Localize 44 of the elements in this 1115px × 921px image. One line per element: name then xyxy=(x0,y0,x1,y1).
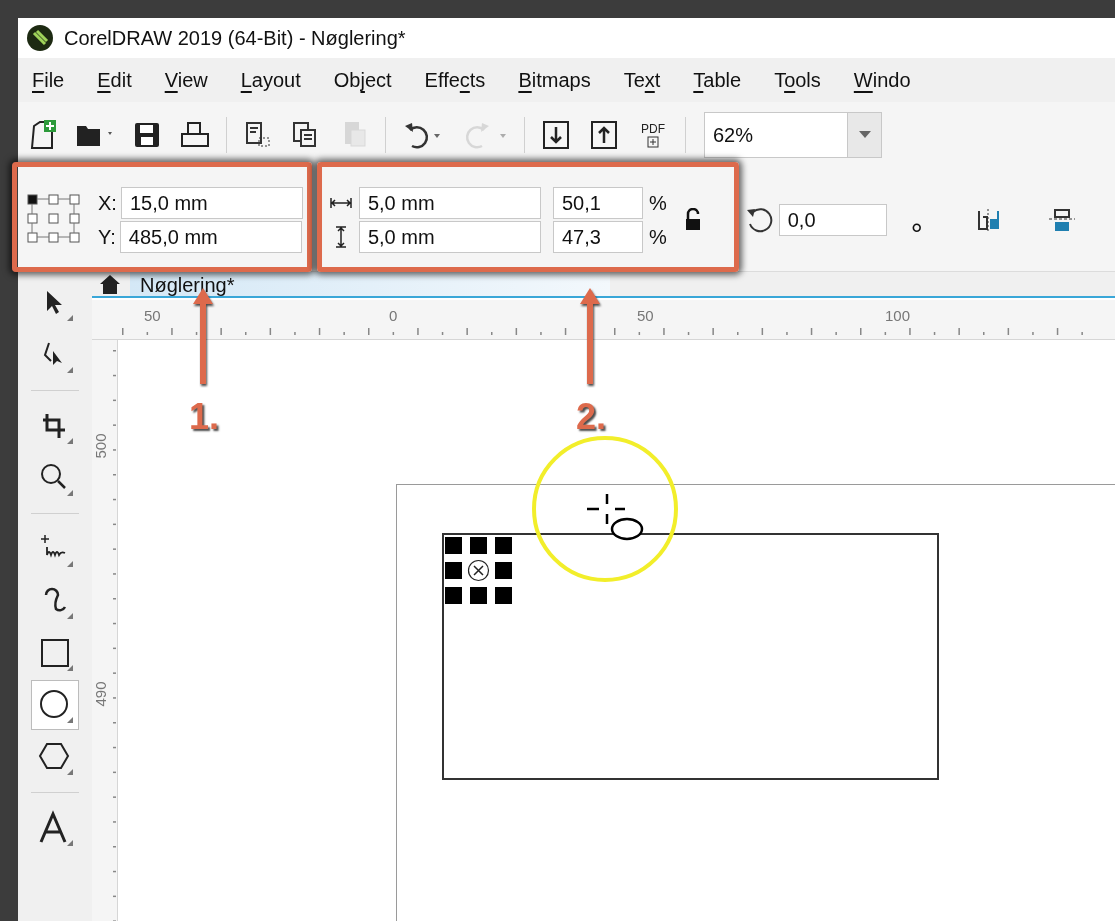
ruler-label: 50 xyxy=(144,306,161,326)
home-icon[interactable] xyxy=(98,273,122,295)
menu-item[interactable]: Object xyxy=(333,65,392,95)
window-title: CorelDRAW 2019 (64-Bit) - Nøglering* xyxy=(64,26,406,51)
pdf-export-button[interactable]: PDF xyxy=(635,115,671,155)
field-label: % xyxy=(648,190,667,216)
x-position-field[interactable]: 15,0 mm xyxy=(120,186,303,219)
height-field[interactable]: 5,0 mm xyxy=(358,220,541,253)
menu-item[interactable]: Edit xyxy=(97,65,132,95)
field-label: Y: xyxy=(98,224,116,250)
ruler-label: 490 xyxy=(93,681,109,707)
menu-item[interactable]: Windo xyxy=(853,65,911,95)
document-tab[interactable]: Nøglering* xyxy=(130,272,610,296)
ruler-label: 500 xyxy=(93,433,109,459)
width-icon xyxy=(328,195,353,210)
step-number: 1. xyxy=(189,395,220,439)
menu-item[interactable]: View xyxy=(164,65,208,95)
scale-x-field[interactable]: 50,1 xyxy=(552,186,643,219)
ruler-label: 50 xyxy=(637,306,654,326)
tool-button[interactable] xyxy=(31,680,79,730)
menu-item[interactable]: Layout xyxy=(240,65,301,95)
plus-box-icon xyxy=(647,135,659,148)
field-label: ° xyxy=(910,223,923,244)
step-number: 2. xyxy=(576,395,607,439)
scale-y-field[interactable]: 47,3 xyxy=(552,220,643,253)
zoom-combo[interactable]: 62% xyxy=(704,112,882,158)
menu-item[interactable]: Bitmaps xyxy=(518,65,591,95)
menu-item[interactable]: Tools xyxy=(774,65,821,95)
menu-item[interactable]: Effects xyxy=(424,65,486,95)
menu-item[interactable]: Text xyxy=(623,65,661,95)
ruler-label: 100 xyxy=(885,306,911,326)
ellipse-icon xyxy=(37,687,73,723)
selection-handles-drawing[interactable] xyxy=(445,537,512,604)
field-label: % xyxy=(648,224,667,250)
width-field[interactable]: 5,0 mm xyxy=(358,186,541,219)
dropdown-caret-icon xyxy=(858,131,871,139)
y-position-field[interactable]: 485,0 mm xyxy=(119,220,302,253)
field-label: X: xyxy=(98,190,117,216)
menu-item[interactable]: Table xyxy=(693,65,742,95)
rotation-field[interactable]: 0,0 xyxy=(778,203,887,236)
app-logo-icon xyxy=(26,24,54,52)
ruler-label: 0 xyxy=(389,306,398,326)
menu-item[interactable]: File xyxy=(32,65,65,95)
text-tool-icon xyxy=(37,810,73,846)
